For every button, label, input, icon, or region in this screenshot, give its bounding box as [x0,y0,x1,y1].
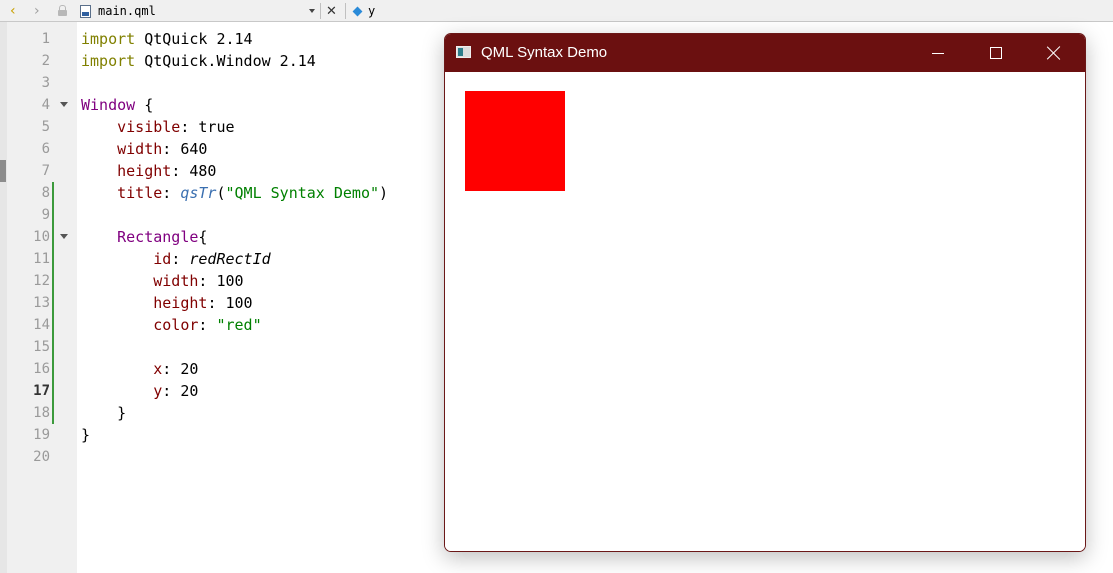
line-number: 15 [33,339,50,355]
symbol-label: y [368,4,376,18]
code-property: width: 100 [153,272,244,290]
line-number: 12 [33,273,50,289]
code-line: visible: true [81,116,235,138]
minimize-icon [932,52,944,54]
code-line: width: 640 [81,138,207,160]
window-title: QML Syntax Demo [481,44,608,61]
code-property: color: "red" [153,316,262,334]
qml-file-icon [80,4,91,18]
line-number: 3 [41,75,50,91]
code-line: height: 480 [81,160,216,182]
chevron-left-icon: ‹ [10,3,16,19]
line-number: 4 [41,97,50,113]
line-number: 9 [41,207,50,223]
scroll-marker [0,160,6,182]
code-line: } [81,404,127,422]
close-document-button[interactable]: ✕ [326,0,337,22]
line-number: 14 [33,317,50,333]
code-line: title: qsTr("QML Syntax Demo") [81,182,388,204]
code-line: color: "red" [81,314,262,336]
code-line: Window { [81,94,153,116]
code-property: width: 640 [117,140,208,158]
red-rectangle [465,91,565,191]
forward-button[interactable]: › [34,0,40,22]
line-number: 20 [33,449,50,465]
code-line: import QtQuick.Window 2.14 [81,50,316,72]
diamond-icon [352,6,363,16]
editor-toolbar: ‹ › main.qml ✕ y [0,0,1113,22]
code-line: } [81,426,91,444]
code-line: height: 100 [81,292,253,314]
document-selector[interactable]: main.qml [80,0,156,22]
window-content [445,72,1085,551]
file-name-label: main.qml [98,4,156,18]
fold-arrow-icon[interactable] [60,102,68,107]
code-line: Rectangle{ [81,226,207,248]
line-number: 10 [33,229,50,245]
overview-strip[interactable] [0,22,7,573]
code-property: x: 20 [153,360,199,378]
line-number: 18 [33,405,50,421]
line-number: 13 [33,295,50,311]
code-property: id: redRectId [153,250,271,268]
code-keyword: import QtQuick 2.14 [81,30,253,48]
current-line-number: 17 [33,383,50,399]
modified-lines-marker [52,182,54,424]
code-line: width: 100 [81,270,244,292]
line-number: 11 [33,251,50,267]
toolbar-divider [345,3,346,19]
maximize-button[interactable] [967,34,1025,72]
code-type: Window { [81,96,154,114]
code-type: Rectangle{ [117,228,208,246]
code-property: visible: true [117,118,235,136]
code-property: y: 20 [153,382,199,400]
code-property: title: qsTr("QML Syntax Demo") [117,184,389,202]
code-line: x: 20 [81,358,198,380]
code-keyword: import QtQuick.Window 2.14 [81,52,316,70]
lock-status[interactable] [58,0,67,22]
line-number: 2 [41,53,50,69]
line-number: 7 [41,163,50,179]
code-line: import QtQuick 2.14 [81,28,253,50]
close-window-button[interactable] [1025,34,1083,72]
line-number: 5 [41,119,50,135]
code-line: y: 20 [81,380,198,402]
close-icon: ✕ [326,3,337,19]
line-number: 1 [41,31,50,47]
chevron-right-icon: › [34,3,40,19]
minimize-button[interactable] [909,34,967,72]
line-number: 19 [33,427,50,443]
window-titlebar[interactable]: QML Syntax Demo [445,34,1085,72]
dropdown-arrow-icon [309,9,315,13]
symbol-selector[interactable]: y [352,0,376,22]
code-property: height: 100 [153,294,253,312]
code-line: id: redRectId [81,248,271,270]
code-property: height: 480 [117,162,217,180]
toolbar-divider [320,3,321,19]
line-number: 8 [41,185,50,201]
lock-icon [58,5,67,16]
document-dropdown-button[interactable] [309,0,315,22]
line-number: 6 [41,141,50,157]
qml-app-window[interactable]: QML Syntax Demo [444,33,1086,552]
back-button[interactable]: ‹ [10,0,16,22]
maximize-icon [990,47,1002,59]
app-window-icon [456,46,471,58]
close-icon [1047,46,1061,60]
fold-arrow-icon[interactable] [60,234,68,239]
line-number: 16 [33,361,50,377]
